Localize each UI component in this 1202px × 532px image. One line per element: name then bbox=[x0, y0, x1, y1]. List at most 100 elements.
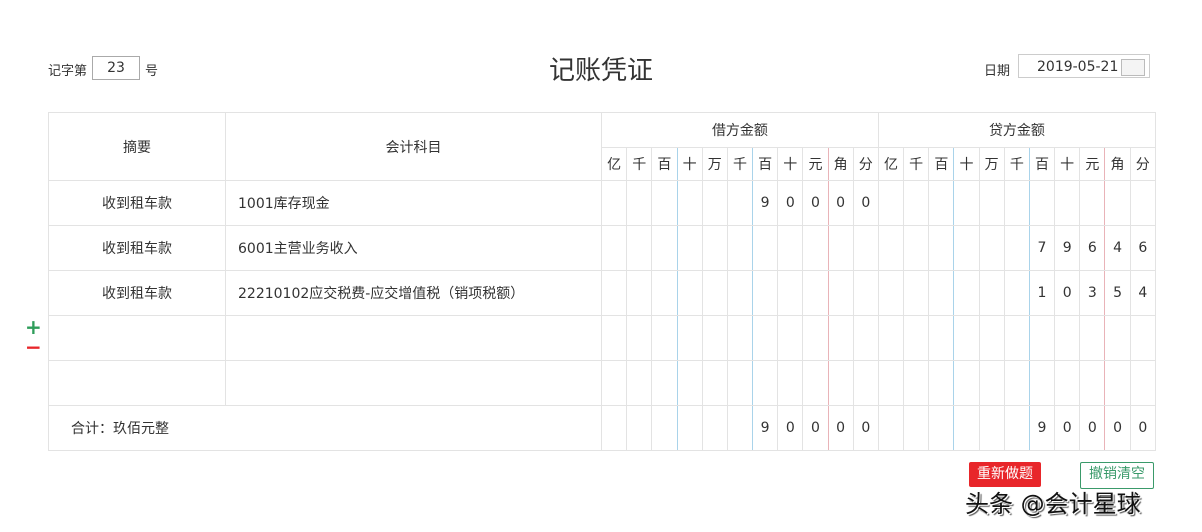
calendar-icon[interactable] bbox=[1121, 59, 1145, 76]
total-debit-digit[interactable]: 0 bbox=[777, 405, 804, 451]
debit-digit[interactable] bbox=[626, 180, 653, 226]
credit-digit[interactable]: 4 bbox=[1129, 270, 1157, 316]
debit-digit[interactable] bbox=[676, 270, 703, 316]
total-credit-digit[interactable] bbox=[953, 405, 980, 451]
credit-digit[interactable] bbox=[877, 270, 905, 316]
debit-digit[interactable] bbox=[651, 270, 678, 316]
debit-digit[interactable] bbox=[852, 270, 879, 316]
total-credit-digit[interactable] bbox=[1003, 405, 1030, 451]
credit-digit[interactable] bbox=[978, 225, 1005, 271]
credit-digit[interactable] bbox=[877, 315, 905, 361]
credit-digit[interactable] bbox=[928, 225, 955, 271]
total-credit-digit[interactable] bbox=[877, 405, 905, 451]
debit-digit[interactable] bbox=[701, 270, 728, 316]
subject-cell[interactable] bbox=[225, 360, 602, 406]
total-credit-digit[interactable] bbox=[978, 405, 1005, 451]
debit-digit[interactable] bbox=[802, 315, 829, 361]
credit-digit[interactable] bbox=[928, 270, 955, 316]
total-debit-digit[interactable] bbox=[600, 405, 628, 451]
credit-digit[interactable]: 6 bbox=[1079, 225, 1106, 271]
debit-digit[interactable] bbox=[752, 270, 779, 316]
total-credit-digit[interactable]: 9 bbox=[1028, 405, 1056, 451]
credit-digit[interactable] bbox=[978, 270, 1005, 316]
subject-cell[interactable]: 6001主营业务收入 bbox=[225, 225, 602, 271]
credit-digit[interactable] bbox=[1028, 315, 1056, 361]
debit-digit[interactable]: 0 bbox=[777, 180, 804, 226]
total-debit-digit[interactable]: 0 bbox=[827, 405, 854, 451]
debit-digit[interactable] bbox=[600, 270, 628, 316]
credit-digit[interactable] bbox=[1079, 180, 1106, 226]
date-input[interactable]: 2019-05-21 bbox=[1018, 54, 1150, 78]
credit-digit[interactable] bbox=[1003, 270, 1030, 316]
total-debit-digit[interactable] bbox=[626, 405, 653, 451]
debit-digit[interactable] bbox=[777, 315, 804, 361]
summary-cell[interactable]: 收到租车款 bbox=[48, 180, 226, 226]
total-credit-digit[interactable]: 0 bbox=[1129, 405, 1157, 451]
debit-digit[interactable] bbox=[626, 360, 653, 406]
debit-digit[interactable] bbox=[827, 225, 854, 271]
debit-digit[interactable] bbox=[600, 225, 628, 271]
total-debit-digit[interactable]: 0 bbox=[852, 405, 879, 451]
debit-digit[interactable] bbox=[852, 315, 879, 361]
credit-digit[interactable] bbox=[928, 360, 955, 406]
credit-digit[interactable] bbox=[903, 180, 930, 226]
credit-digit[interactable] bbox=[928, 180, 955, 226]
add-row-button[interactable]: + bbox=[25, 317, 42, 337]
debit-digit[interactable] bbox=[651, 360, 678, 406]
summary-cell[interactable] bbox=[48, 315, 226, 361]
debit-digit[interactable] bbox=[600, 180, 628, 226]
debit-digit[interactable]: 0 bbox=[852, 180, 879, 226]
credit-digit[interactable] bbox=[953, 270, 980, 316]
debit-digit[interactable] bbox=[626, 315, 653, 361]
debit-digit[interactable] bbox=[726, 270, 754, 316]
credit-digit[interactable] bbox=[903, 360, 930, 406]
debit-digit[interactable] bbox=[626, 225, 653, 271]
total-credit-digit[interactable] bbox=[928, 405, 955, 451]
debit-digit[interactable] bbox=[802, 225, 829, 271]
summary-cell[interactable]: 收到租车款 bbox=[48, 270, 226, 316]
debit-digit[interactable] bbox=[676, 225, 703, 271]
total-credit-digit[interactable]: 0 bbox=[1079, 405, 1106, 451]
credit-digit[interactable] bbox=[978, 180, 1005, 226]
credit-digit[interactable] bbox=[1054, 315, 1081, 361]
credit-digit[interactable] bbox=[1003, 360, 1030, 406]
credit-digit[interactable] bbox=[953, 360, 980, 406]
credit-digit[interactable] bbox=[1104, 315, 1131, 361]
debit-digit[interactable] bbox=[701, 360, 728, 406]
credit-digit[interactable] bbox=[1028, 180, 1056, 226]
credit-digit[interactable] bbox=[903, 270, 930, 316]
total-debit-digit[interactable]: 9 bbox=[752, 405, 779, 451]
credit-digit[interactable] bbox=[953, 225, 980, 271]
debit-digit[interactable]: 0 bbox=[827, 180, 854, 226]
subject-cell[interactable] bbox=[225, 315, 602, 361]
debit-digit[interactable] bbox=[752, 360, 779, 406]
total-debit-digit[interactable]: 0 bbox=[802, 405, 829, 451]
debit-digit[interactable] bbox=[726, 315, 754, 361]
credit-digit[interactable] bbox=[1079, 315, 1106, 361]
credit-digit[interactable] bbox=[953, 315, 980, 361]
subject-cell[interactable]: 22210102应交税费-应交增值税（销项税额） bbox=[225, 270, 602, 316]
credit-digit[interactable] bbox=[928, 315, 955, 361]
debit-digit[interactable] bbox=[777, 225, 804, 271]
total-debit-digit[interactable] bbox=[726, 405, 754, 451]
credit-digit[interactable]: 0 bbox=[1054, 270, 1081, 316]
debit-digit[interactable]: 0 bbox=[802, 180, 829, 226]
debit-digit[interactable] bbox=[726, 180, 754, 226]
debit-digit[interactable] bbox=[726, 360, 754, 406]
debit-digit[interactable] bbox=[752, 225, 779, 271]
subject-cell[interactable]: 1001库存现金 bbox=[225, 180, 602, 226]
credit-digit[interactable] bbox=[978, 360, 1005, 406]
debit-digit[interactable] bbox=[802, 270, 829, 316]
credit-digit[interactable] bbox=[1003, 180, 1030, 226]
credit-digit[interactable] bbox=[877, 225, 905, 271]
debit-digit[interactable] bbox=[600, 315, 628, 361]
debit-digit[interactable] bbox=[827, 360, 854, 406]
debit-digit[interactable] bbox=[701, 225, 728, 271]
debit-digit[interactable] bbox=[701, 180, 728, 226]
credit-digit[interactable] bbox=[903, 315, 930, 361]
credit-digit[interactable] bbox=[1129, 360, 1157, 406]
credit-digit[interactable] bbox=[978, 315, 1005, 361]
total-debit-digit[interactable] bbox=[701, 405, 728, 451]
credit-digit[interactable]: 5 bbox=[1104, 270, 1131, 316]
credit-digit[interactable]: 9 bbox=[1054, 225, 1081, 271]
